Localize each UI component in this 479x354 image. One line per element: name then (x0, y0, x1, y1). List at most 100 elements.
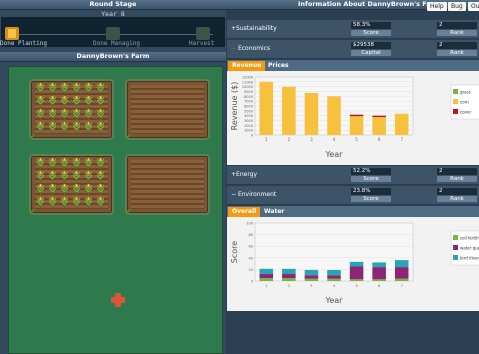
y-tick-label: 20 (249, 268, 253, 272)
tab-revenue[interactable]: Revenue (228, 61, 266, 71)
corn-plant-icon (72, 109, 81, 120)
bar-water-quality (304, 275, 319, 279)
x-tick-label: 7 (401, 284, 403, 288)
bar-soil-fertility (394, 278, 409, 281)
economics-capital-label: Capital (351, 50, 391, 56)
corn-plant-icon (96, 197, 105, 208)
legend-label: soil fertility (460, 236, 479, 241)
environment-rank-label: Rank (437, 196, 477, 202)
corn-plant-icon (60, 96, 69, 107)
logout-button[interactable]: Ou (468, 2, 479, 11)
bar-water-quality (259, 274, 274, 279)
sustainability-toggle[interactable]: +Sustainability (231, 25, 277, 32)
y-tick-label: 1000 (244, 129, 253, 133)
corn-plant-icon (96, 96, 105, 107)
bar-water-quality (282, 274, 296, 279)
economics-capital: $29538 (351, 42, 391, 49)
field-1[interactable] (28, 79, 114, 140)
bar-bird-diversity (349, 261, 364, 267)
legend-swatch (453, 89, 458, 94)
y-tick-label: 10000 (242, 85, 253, 89)
bug-button[interactable]: Bug (448, 2, 466, 11)
chart-legend: grass corn cover (450, 84, 479, 120)
environment-toggle[interactable]: − Environment (231, 191, 276, 198)
sustainability-row[interactable]: +Sustainability 58.3% Score 2 Rank (227, 20, 479, 39)
bar-bird-diversity (304, 269, 319, 276)
corn-plant-icon (72, 122, 81, 133)
bar-water-quality (349, 266, 364, 280)
info-panel: Information About DannyBrown's Farm Help… (226, 0, 479, 354)
round-panel: Round Stage Year 8 Done Planting Done Ma… (0, 0, 226, 354)
step-label-harvest: Harvest (189, 40, 215, 47)
bar-cover (349, 114, 364, 117)
corn-plant-icon (60, 158, 69, 169)
corn-plant-icon (84, 171, 93, 182)
revenue-chart: 0 1000 2000 3000 4000 5000 6000 7000 8000 9000 100… (227, 71, 479, 165)
x-axis-label: Year (325, 150, 344, 159)
tab-prices[interactable]: Prices (264, 61, 293, 71)
help-button[interactable]: Help (427, 2, 447, 11)
environment-row[interactable]: − Environment 23.8% Score 2 Rank (227, 186, 479, 205)
harvest-button[interactable] (196, 27, 210, 40)
field-2[interactable] (124, 79, 210, 140)
corn-plant-icon (48, 96, 57, 107)
farm-map (8, 66, 223, 354)
tab-overall[interactable]: Overall (228, 207, 261, 217)
energy-row[interactable]: +Energy 52.2% Score 2 Rank (227, 166, 479, 185)
corn-plant-icon (72, 158, 81, 169)
y-tick-label: 12000 (242, 76, 253, 80)
corn-plant-icon (48, 197, 57, 208)
environment-chart: 0 20 40 60 80 100 Score 1 2 3 4 5 6 7 Year soil fertili… (227, 217, 479, 311)
bar-corn (372, 117, 386, 135)
economics-row[interactable]: − Economics $29538 Capital 2 Rank (227, 40, 479, 59)
x-tick-label: 1 (265, 137, 268, 142)
sustainability-rank: 2 (437, 22, 477, 29)
bar-soil-fertility (327, 278, 341, 281)
bar-corn (282, 86, 296, 135)
x-tick-label: 3 (310, 284, 312, 288)
y-axis-label: Revenue ($) (230, 82, 239, 131)
bar-cover (372, 115, 386, 118)
corn-plant-icon (84, 122, 93, 133)
x-tick-label: 7 (400, 137, 403, 142)
tab-water[interactable]: Water (260, 207, 288, 217)
corn-plant-icon (36, 109, 45, 120)
bar-water-quality (394, 267, 409, 279)
corn-plant-icon (60, 171, 69, 182)
sprout-icon (124, 208, 132, 215)
economics-toggle[interactable]: − Economics (231, 45, 270, 52)
energy-toggle[interactable]: +Energy (231, 171, 257, 178)
sustainability-score: 58.3% (351, 22, 391, 29)
corn-plant-icon (60, 109, 69, 120)
bar-bird-diversity (372, 262, 386, 268)
sprout-icon (124, 133, 132, 140)
y-tick-label: 9000 (244, 90, 253, 94)
corn-plant-icon (60, 122, 69, 133)
bar-water-quality (372, 267, 386, 280)
corn-plant-icon (48, 83, 57, 94)
sustainability-rank-label: Rank (437, 30, 477, 36)
x-tick-label: 1 (265, 284, 267, 288)
corn-plant-icon (84, 96, 93, 107)
field-3[interactable] (28, 154, 114, 215)
corn-plant-icon (72, 197, 81, 208)
done-planting-button[interactable] (5, 27, 19, 40)
energy-rank: 2 (437, 168, 477, 175)
legend-swatch (453, 245, 458, 250)
x-tick-label: 3 (310, 137, 313, 142)
corn-plant-icon (96, 184, 105, 195)
corn-plant-icon (72, 171, 81, 182)
environment-score: 23.8% (351, 188, 391, 195)
bar-water-quality (327, 275, 341, 279)
y-tick-label: 8000 (244, 95, 253, 99)
corn-plant-icon (36, 158, 45, 169)
corn-plant-icon (96, 122, 105, 133)
add-field-icon[interactable] (111, 293, 125, 307)
corn-plant-icon (84, 197, 93, 208)
field-4[interactable] (124, 154, 210, 215)
legend-swatch (453, 109, 458, 114)
x-tick-label: 4 (333, 284, 336, 288)
corn-plant-icon (72, 184, 81, 195)
energy-rank-label: Rank (437, 176, 477, 182)
done-managing-button[interactable] (106, 27, 120, 40)
